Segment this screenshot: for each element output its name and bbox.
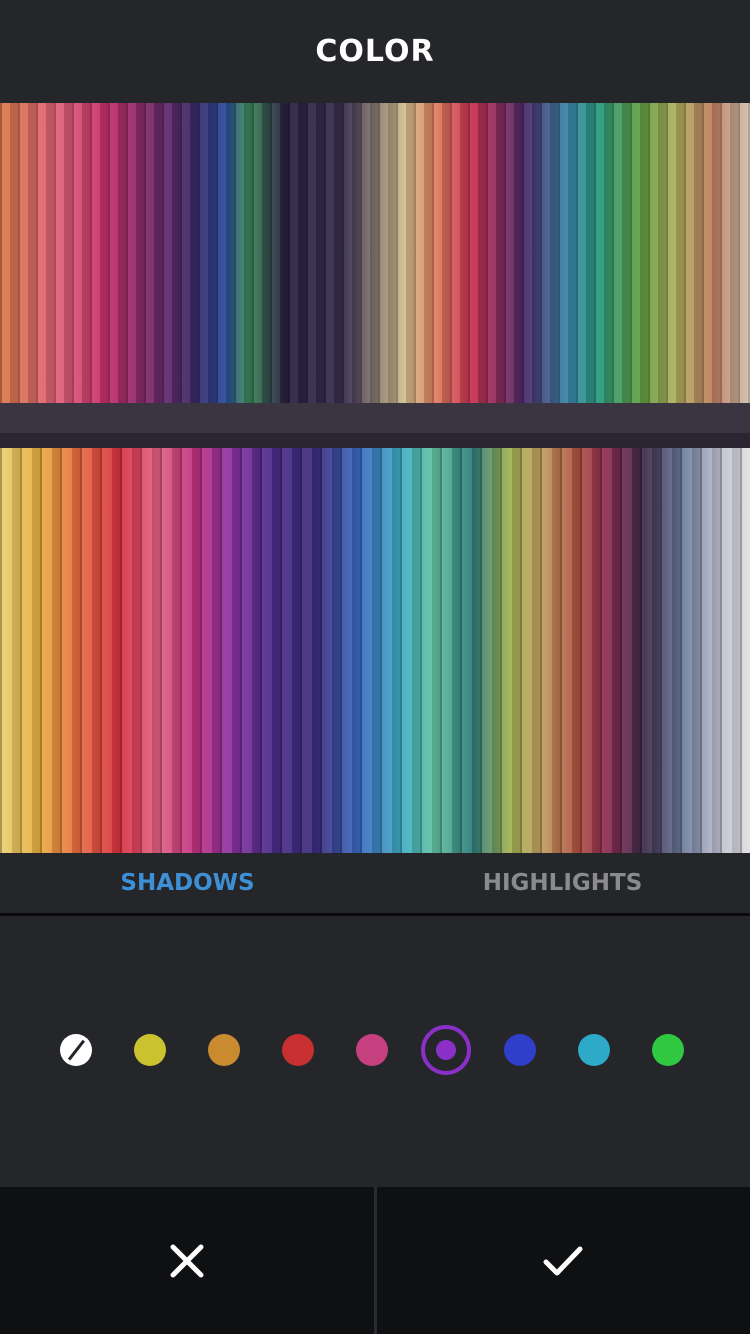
tab-highlights[interactable]: HIGHLIGHTS — [375, 853, 750, 913]
swatch-purple[interactable] — [421, 1025, 471, 1075]
action-bar — [0, 1187, 750, 1334]
swatch-yellow[interactable] — [134, 1034, 166, 1066]
page-title: COLOR — [315, 34, 435, 69]
swatch-cyan[interactable] — [578, 1034, 610, 1066]
header: COLOR — [0, 0, 750, 103]
photo-preview — [0, 103, 750, 853]
selected-swatch-dot — [436, 1040, 456, 1060]
color-swatches — [0, 916, 750, 1187]
close-icon — [170, 1244, 204, 1277]
swatch-green[interactable] — [652, 1034, 684, 1066]
confirm-button[interactable] — [377, 1187, 750, 1334]
cancel-button[interactable] — [0, 1187, 374, 1334]
photo-tray-edge — [0, 403, 750, 433]
swatch-blue[interactable] — [504, 1034, 536, 1066]
photo-bottom-row — [0, 448, 750, 853]
swatch-orange[interactable] — [208, 1034, 240, 1066]
tab-shadows[interactable]: SHADOWS — [0, 853, 375, 913]
swatch-none[interactable] — [60, 1034, 92, 1066]
check-icon — [543, 1246, 583, 1275]
swatch-red[interactable] — [282, 1034, 314, 1066]
swatch-pink[interactable] — [356, 1034, 388, 1066]
photo-top-row — [0, 103, 750, 411]
tab-bar: SHADOWS HIGHLIGHTS — [0, 853, 750, 916]
